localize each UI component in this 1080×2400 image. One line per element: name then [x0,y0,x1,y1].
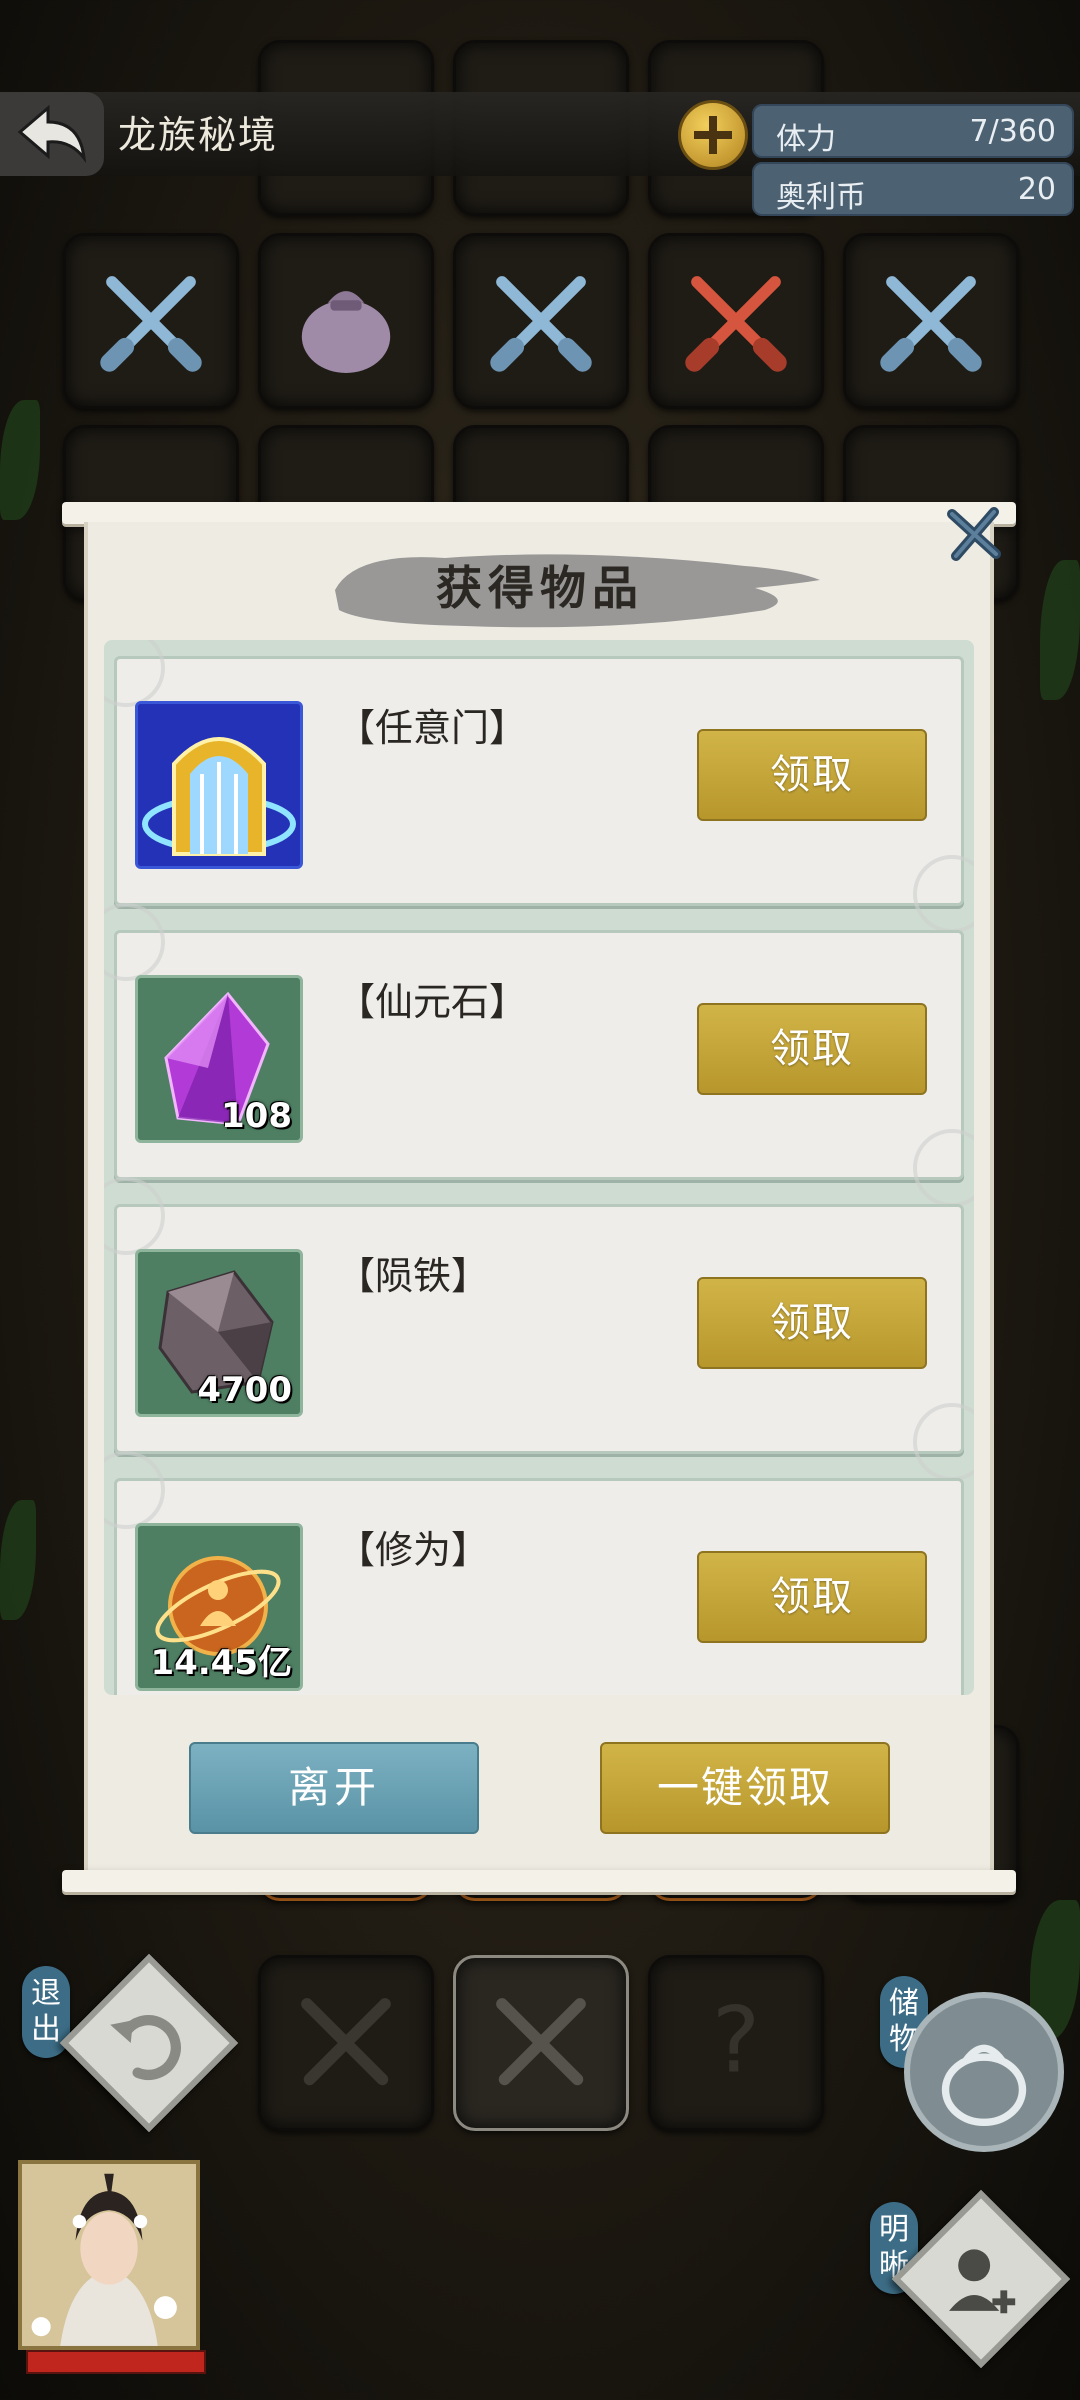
person-plus-icon [949,2249,1016,2314]
corner-ornament [913,1129,974,1207]
page-title: 龙族秘境 [118,113,279,157]
svg-text:?: ? [712,1989,760,2094]
stat-value: 7/360 [969,114,1056,149]
item-icon-frame: 14.45亿 [135,1523,303,1691]
dialog-title: 获得物品 [436,561,644,615]
stamina-stat: 体力 7/360 [752,104,1074,158]
reward-item: 14.45亿 【修为】 领取 [104,1451,964,1695]
board-tile-treasure[interactable] [258,233,434,409]
close-button[interactable] [944,504,1004,564]
stat-label: 奥利币 [776,180,866,215]
stat-value: 20 [1017,172,1056,207]
claim-button[interactable]: 领取 [697,1003,927,1095]
character-portrait[interactable] [18,2160,200,2350]
storage-button[interactable] [904,1992,1064,2152]
bag-icon [941,2044,1027,2127]
pouch-icon [301,291,391,373]
item-name: 【仙元石】 [337,980,528,1024]
close-icon [947,507,1001,561]
claim-button[interactable]: 领取 [697,1551,927,1643]
board-tile-battle[interactable] [843,233,1019,409]
board-tile-battle[interactable] [258,1955,434,2131]
board-tile-elite-battle[interactable] [648,233,824,409]
scroll-top-rod [62,502,1016,524]
item-icon-frame: 108 [135,975,303,1143]
board-tile-battle[interactable] [63,233,239,409]
corner-ornament [913,855,974,933]
stat-label: 体力 [776,122,836,157]
item-name: 【修为】 [337,1528,490,1572]
red-crossed-swords-icon [685,276,787,372]
claim-all-button[interactable]: 一键领取 [600,1742,890,1834]
board-tile-current[interactable] [453,1955,629,2131]
item-name: 【任意门】 [337,706,528,750]
question-mark-icon: ? [712,1989,760,2094]
corner-ornament [104,1177,165,1255]
exit-label-text: 退出 [31,1976,61,2047]
health-bar [26,2350,206,2374]
item-quantity: 108 [221,1096,292,1136]
corner-ornament [913,1403,974,1481]
corner-ornament [104,903,165,981]
foliage [0,400,40,520]
reward-item: 4700 【陨铁】 领取 [104,1177,974,1481]
reward-list[interactable]: 【任意门】 领取 108 【仙元石】 领取 4700 【陨铁】 领取 14.45… [104,640,974,1695]
reward-item: 108 【仙元石】 领取 [104,903,974,1207]
crossed-swords-icon [100,276,202,372]
character-avatar [22,2164,196,2346]
reward-item: 【任意门】 领取 [104,640,974,933]
claim-button[interactable]: 领取 [697,729,927,821]
item-name: 【陨铁】 [337,1254,490,1298]
corner-ornament [104,640,165,707]
claim-button[interactable]: 领取 [697,1277,927,1369]
board-tile-unknown[interactable]: ? [648,1955,824,2131]
corner-ornament [104,1451,165,1529]
board-tile-battle[interactable] [453,233,629,409]
crossed-swords-icon [496,1998,586,2086]
item-icon-frame: 4700 [135,1249,303,1417]
scroll-bottom-rod [62,1870,1016,1892]
back-arrow-icon [17,104,87,164]
leave-button[interactable]: 离开 [189,1742,479,1834]
add-stamina-button[interactable] [678,100,748,170]
golden-door-icon [138,704,300,866]
crossed-swords-icon [301,1998,391,2086]
item-icon-frame [135,701,303,869]
crossed-swords-icon [490,276,592,372]
foliage [0,1500,36,1620]
crossed-swords-icon [880,276,982,372]
back-button[interactable] [0,92,104,176]
item-quantity: 14.45亿 [150,1643,292,1683]
undo-arrow-icon [110,2015,181,2080]
coin-stat: 奥利币 20 [752,162,1074,216]
item-quantity: 4700 [197,1370,292,1410]
